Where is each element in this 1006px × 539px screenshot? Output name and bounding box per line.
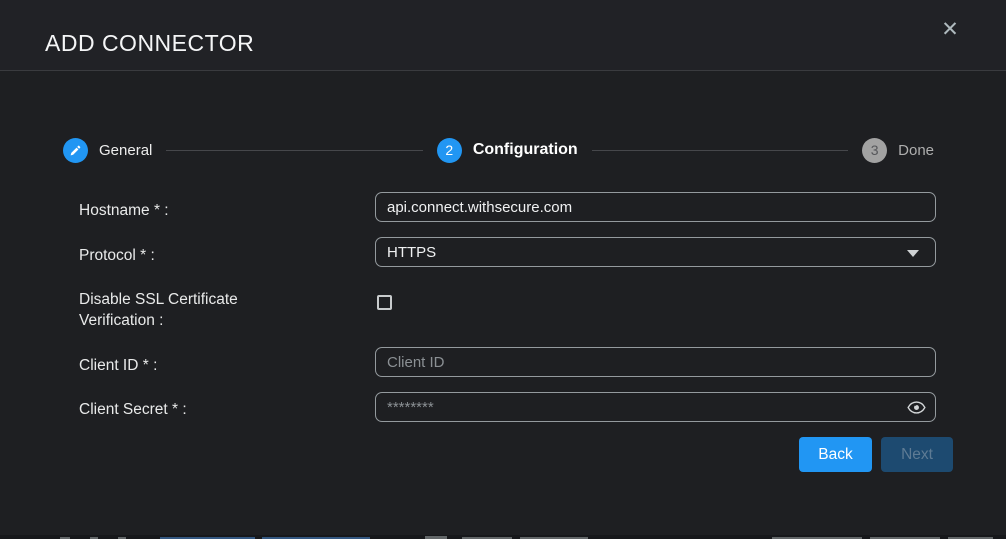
client-id-input[interactable] xyxy=(375,347,936,377)
hostname-field-wrap xyxy=(375,192,936,222)
stepper-connector xyxy=(592,150,848,151)
wizard-stepper: General 2 Configuration 3 Done xyxy=(63,137,934,163)
client-id-field-wrap xyxy=(375,347,936,377)
chevron-down-icon xyxy=(907,250,919,257)
client-secret-input[interactable] xyxy=(375,392,936,422)
step-general-label: General xyxy=(99,142,152,159)
protocol-label: Protocol * : xyxy=(79,245,155,266)
ssl-verification-label: Disable SSL Certificate Verification : xyxy=(79,289,309,331)
dialog-title: ADD CONNECTOR xyxy=(45,30,254,57)
background-page-edge xyxy=(0,535,1006,539)
client-secret-field-wrap xyxy=(375,392,936,422)
dialog-header: ADD CONNECTOR ✕ xyxy=(0,0,1006,71)
hostname-label: Hostname * : xyxy=(79,200,169,221)
back-button[interactable]: Back xyxy=(799,437,872,472)
eye-icon xyxy=(907,400,926,415)
protocol-selected-value: HTTPS xyxy=(387,244,436,261)
protocol-select[interactable]: HTTPS xyxy=(375,237,936,267)
step-configuration-label: Configuration xyxy=(473,141,578,159)
add-connector-dialog: ADD CONNECTOR ✕ General 2 Configuration … xyxy=(0,0,1006,535)
pencil-icon xyxy=(69,144,82,157)
show-password-button[interactable] xyxy=(905,397,927,417)
step-done-label: Done xyxy=(898,142,934,159)
client-id-label: Client ID * : xyxy=(79,355,157,376)
protocol-field-wrap: HTTPS xyxy=(375,237,936,267)
close-icon[interactable]: ✕ xyxy=(936,16,964,44)
step-configuration-circle: 2 xyxy=(437,138,462,163)
step-done: 3 Done xyxy=(862,138,934,163)
step-done-circle: 3 xyxy=(862,138,887,163)
step-general[interactable]: General xyxy=(63,138,152,163)
step-configuration[interactable]: 2 Configuration xyxy=(437,138,578,163)
ssl-verification-checkbox[interactable] xyxy=(377,295,392,310)
next-button[interactable]: Next xyxy=(881,437,953,472)
client-secret-label: Client Secret * : xyxy=(79,399,187,420)
hostname-input[interactable] xyxy=(375,192,936,222)
step-general-circle xyxy=(63,138,88,163)
stepper-connector xyxy=(166,150,422,151)
